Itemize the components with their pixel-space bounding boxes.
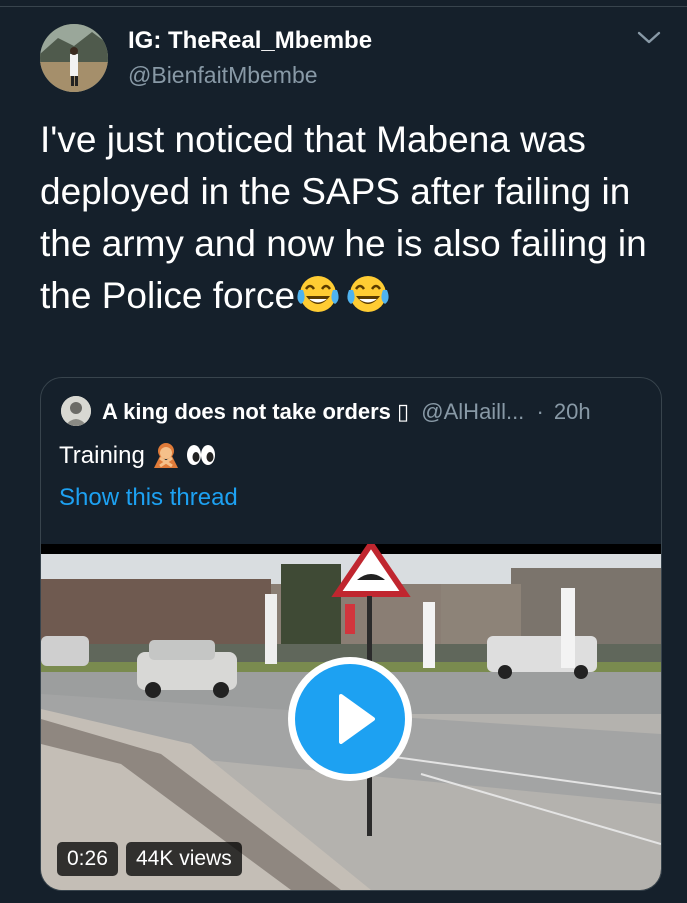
quoted-separator: · (536, 399, 544, 424)
quoted-timestamp[interactable]: 20h (554, 399, 591, 424)
quoted-name-glyph: ▯ (397, 399, 410, 424)
eyes-icon (186, 444, 216, 473)
quoted-text-body: Training (59, 442, 145, 469)
video-duration-badge: 0:26 (57, 842, 118, 876)
quoted-tweet-card[interactable]: A king does not take orders ▯ @AlHaill..… (40, 377, 662, 891)
quoted-text: Training (59, 440, 216, 475)
face-with-tears-of-joy-icon (295, 272, 341, 330)
author-handle[interactable]: @BienfaitMbembe (128, 62, 318, 89)
face-with-tears-of-joy-icon (345, 272, 391, 330)
tweet-body: I've just noticed that Mabena was deploy… (40, 119, 647, 316)
video-views-badge: 44K views (126, 842, 242, 876)
quoted-author-handle[interactable]: @AlHaill... (421, 399, 524, 424)
author-display-name[interactable]: IG: TheReal_Mbembe (128, 27, 372, 55)
play-button[interactable] (288, 657, 412, 781)
play-icon[interactable] (295, 664, 405, 774)
quoted-author-name[interactable]: A king does not take orders (102, 399, 391, 424)
video-player[interactable]: 0:26 44K views (41, 544, 661, 890)
tweet-text: I've just noticed that Mabena was deploy… (40, 114, 670, 330)
avatar[interactable] (40, 24, 108, 92)
chevron-down-icon[interactable] (634, 26, 664, 50)
quoted-avatar[interactable] (61, 396, 91, 426)
tweet[interactable]: IG: TheReal_Mbembe @BienfaitMbembe I've … (0, 0, 687, 903)
show-thread-link[interactable]: Show this thread (59, 484, 238, 512)
woman-gesturing-no-icon (152, 440, 180, 475)
quoted-header: A king does not take orders ▯ @AlHaill..… (102, 398, 591, 426)
